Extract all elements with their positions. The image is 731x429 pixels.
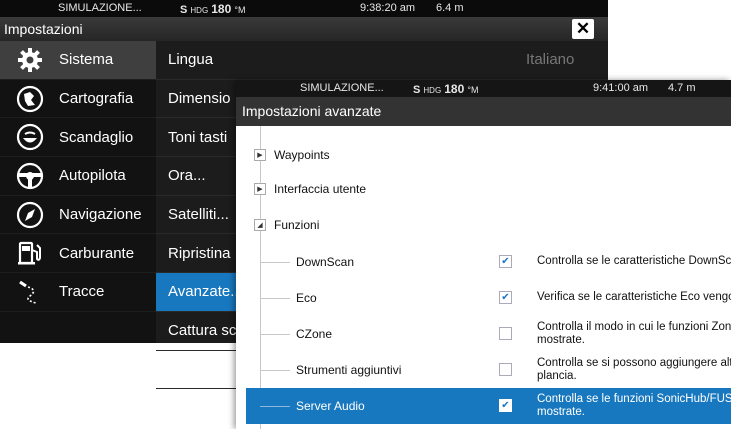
status-bar: SIMULAZIONE... S HDG 180 °M 9:41:00 am 4… [236, 80, 731, 97]
group-label: Waypoints [274, 148, 330, 162]
expand-arrow-icon[interactable]: ▶ [254, 183, 266, 195]
advanced-settings-tree: ▶ Waypoints ▶ Interfaccia utente ◢ Funzi… [236, 126, 731, 429]
chart-icon [15, 84, 45, 114]
function-description: Controlla se le funzioni SonicHub/FUSION… [537, 393, 731, 418]
option-label: Dimensio [168, 90, 231, 108]
function-label: Eco [296, 291, 317, 305]
tree-branch [260, 262, 290, 263]
compass-icon [15, 200, 45, 230]
heading-readout: S HDG 180 °M [413, 82, 479, 96]
sidebar-item-label: Tracce [59, 283, 105, 301]
option-label: Avanzate... [168, 283, 243, 301]
sidebar-item-autopilota[interactable]: Autopilota [0, 157, 156, 196]
sonar-icon [15, 122, 45, 152]
function-row-eco[interactable]: Eco ✔ Verifica se le caratteristiche Eco… [236, 280, 731, 316]
group-label: Interfaccia utente [274, 182, 367, 196]
simulation-label: SIMULAZIONE... [300, 82, 384, 94]
tree-group-funzioni[interactable]: ◢ Funzioni [236, 208, 731, 242]
option-label: Cattura sc [168, 322, 237, 340]
sidebar-item-cartografia[interactable]: Cartografia [0, 80, 156, 119]
distance-label: 4.7 m [668, 82, 696, 94]
option-label: Satelliti... [168, 206, 229, 224]
sidebar-item-label: Scandaglio [59, 128, 134, 146]
downscan-checkbox[interactable]: ✔ [499, 255, 512, 268]
gear-icon [15, 45, 45, 75]
function-label: Strumenti aggiuntivi [296, 363, 402, 377]
function-description: Verifica se le caratteristiche Eco vengo… [537, 291, 731, 303]
option-label: Toni tasti [168, 128, 228, 146]
sidebar-item-tracce[interactable]: Tracce [0, 273, 156, 312]
sidebar-item-label: Cartografia [59, 90, 134, 108]
window-titlebar: Impostazioni ✕ [0, 17, 608, 41]
function-label: Server Audio [296, 399, 365, 413]
tree-branch [260, 406, 290, 407]
steering-wheel-icon [15, 161, 45, 191]
function-description: Controlla se si possono aggiungere altri… [537, 357, 731, 382]
sidebar-item-label: Sistema [59, 51, 114, 69]
fuel-pump-icon [15, 238, 45, 268]
heading-readout: S HDG 180 °M [180, 2, 246, 16]
option-lingua[interactable]: Lingua Italiano [156, 41, 608, 80]
option-label: Lingua [168, 51, 214, 69]
simulation-label: SIMULAZIONE... [58, 2, 142, 14]
function-label: DownScan [296, 255, 355, 269]
advanced-settings-window: SIMULAZIONE... S HDG 180 °M 9:41:00 am 4… [236, 80, 731, 429]
tree-group-interfaccia-utente[interactable]: ▶ Interfaccia utente [236, 172, 731, 206]
function-row-czone[interactable]: CZone Controlla il modo in cui le funzio… [236, 316, 731, 352]
expand-arrow-icon[interactable]: ▶ [254, 149, 266, 161]
sidebar-item-label: Autopilota [59, 167, 126, 185]
tree-branch [260, 334, 290, 335]
status-bar: SIMULAZIONE... S HDG 180 °M 9:38:20 am 6… [0, 0, 608, 17]
settings-sidebar: Sistema Cartografia Scandaglio Autopilot… [0, 41, 156, 343]
function-row-downscan[interactable]: DownScan ✔ Controlla se le caratteristic… [236, 244, 731, 280]
function-description: Controlla se le caratteristiche DownScan [537, 255, 731, 267]
window-title: Impostazioni [4, 21, 83, 37]
option-label: Informazi [168, 360, 230, 378]
trail-icon [15, 277, 45, 307]
distance-label: 6.4 m [436, 2, 464, 14]
option-label: Ora... [168, 167, 206, 185]
sidebar-item-label: Navigazione [59, 206, 142, 224]
window-title: Impostazioni avanzate [236, 97, 731, 126]
sidebar-item-carburante[interactable]: Carburante [0, 234, 156, 274]
czone-checkbox[interactable] [499, 327, 512, 340]
close-button[interactable]: ✕ [572, 19, 594, 39]
sidebar-item-sistema[interactable]: Sistema [0, 41, 156, 80]
function-row-server-audio[interactable]: Server Audio ✔ Controlla se le funzioni … [246, 388, 731, 424]
option-label: Ripristina [168, 244, 231, 262]
tree-branch [260, 370, 290, 371]
function-row-strumenti-aggiuntivi[interactable]: Strumenti aggiuntivi Controlla se si pos… [236, 352, 731, 388]
eco-checkbox[interactable]: ✔ [499, 291, 512, 304]
group-label: Funzioni [274, 218, 320, 232]
collapse-arrow-icon[interactable]: ◢ [254, 219, 266, 231]
tree-group-waypoints[interactable]: ▶ Waypoints [236, 138, 731, 172]
sidebar-item-label: Carburante [59, 244, 135, 262]
strumenti-aggiuntivi-checkbox[interactable] [499, 363, 512, 376]
sidebar-item-scandaglio[interactable]: Scandaglio [0, 118, 156, 158]
lingua-value: Italiano [526, 51, 575, 69]
time-label: 9:41:00 am [593, 82, 649, 94]
close-icon: ✕ [575, 19, 591, 38]
function-label: CZone [296, 327, 333, 341]
tree-branch [260, 298, 290, 299]
function-description: Controlla il modo in cui le funzioni Zon… [537, 321, 731, 346]
time-label: 9:38:20 am [360, 2, 416, 14]
server-audio-checkbox[interactable]: ✔ [499, 399, 512, 412]
sidebar-item-navigazione[interactable]: Navigazione [0, 196, 156, 235]
